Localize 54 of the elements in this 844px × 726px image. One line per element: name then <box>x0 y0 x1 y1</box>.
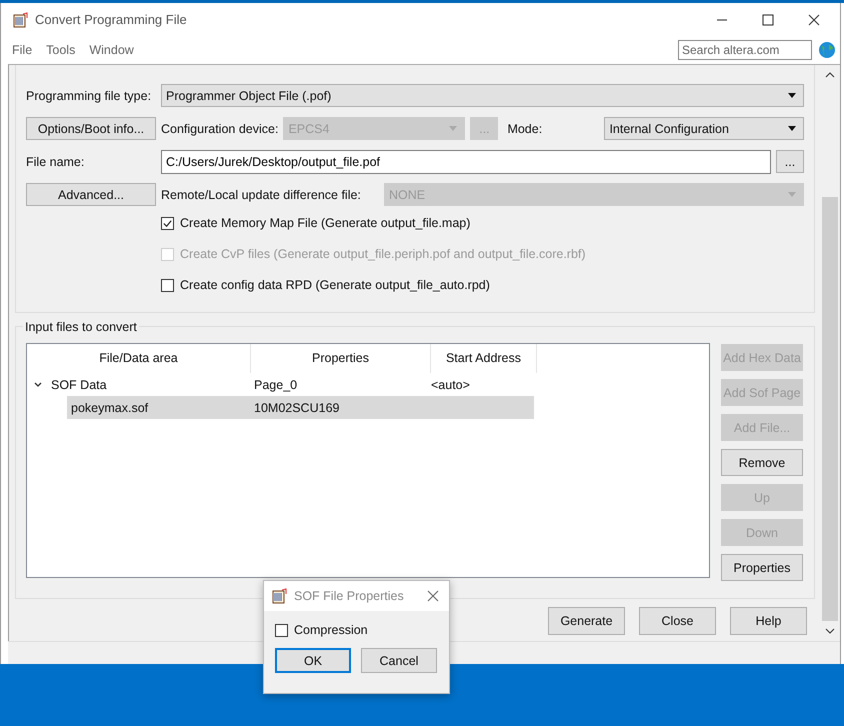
checkbox-label: Create Memory Map File (Generate output_file.map) <box>180 216 470 230</box>
footer-button[interactable]: Generate <box>548 607 625 635</box>
group-title: Input files to convert <box>23 320 139 334</box>
globe-icon[interactable] <box>818 41 836 59</box>
footer-button[interactable]: Help <box>730 607 807 635</box>
table-cell-text: pokeymax.sof <box>70 400 150 414</box>
side-button[interactable]: Remove <box>721 449 803 476</box>
dropdown-arrow-icon <box>788 126 796 131</box>
file-name-field[interactable]: C:/Users/Jurek/Desktop/output_file.pof <box>161 150 771 174</box>
file-type-dropdown[interactable]: Programmer Object File (.pof) <box>161 84 804 107</box>
checkbox-label: Compression <box>294 623 368 637</box>
close-icon[interactable] <box>427 590 439 602</box>
window-title: Convert Programming File <box>35 12 187 27</box>
field-label: File name: <box>26 154 86 168</box>
table-cell-text: <auto> <box>430 378 471 392</box>
dialog-button[interactable]: Cancel <box>361 648 437 673</box>
mode-dropdown[interactable]: Internal Configuration <box>604 117 804 140</box>
column-header[interactable]: File/Data area <box>27 344 251 373</box>
dialog-title: SOF File Properties <box>294 589 404 603</box>
dropdown-arrow-icon <box>788 93 796 98</box>
table-cell-text: 10M02SCU169 <box>253 400 340 414</box>
scroll-up-icon[interactable] <box>825 71 835 79</box>
dropdown-arrow-icon <box>449 126 458 131</box>
field-label: Configuration device: <box>161 122 278 136</box>
dropdown-arrow-icon <box>788 192 796 197</box>
footer-button[interactable]: Close <box>639 607 716 635</box>
field-label: Remote/Local update difference file: <box>161 188 362 202</box>
field-label: Programming file type: <box>26 88 152 102</box>
checkbox[interactable] <box>161 278 174 292</box>
table-cell-text: Page_0 <box>253 378 298 392</box>
app-icon <box>272 588 288 604</box>
checkbox[interactable] <box>161 216 174 230</box>
maximize-icon[interactable] <box>762 14 774 26</box>
menu-item[interactable]: Window <box>89 43 134 57</box>
checkbox[interactable] <box>275 624 288 636</box>
options-button[interactable]: Options/Boot info... <box>26 117 156 140</box>
table-cell: SOF Data <box>51 378 107 392</box>
expand-icon[interactable] <box>33 380 43 390</box>
app-icon <box>13 12 29 28</box>
side-button[interactable]: Properties <box>721 554 803 581</box>
table-row[interactable]: pokeymax.sof 10M02SCU169 <box>67 396 534 419</box>
menu-item[interactable]: Tools <box>46 43 76 57</box>
scroll-down-icon[interactable] <box>825 627 835 635</box>
checkbox-label: Create config data RPD (Generate output_file_auto.rpd) <box>180 278 490 292</box>
column-header[interactable]: Properties <box>251 344 431 373</box>
dialog-button[interactable]: OK <box>275 648 351 673</box>
advanced-button[interactable]: Advanced... <box>26 183 156 206</box>
checkbox-label: Create CvP files (Generate output_file.periph.pof and output_file.core.rbf) <box>180 247 586 261</box>
menu-item[interactable]: File <box>12 43 32 57</box>
close-icon[interactable] <box>808 14 820 26</box>
field-label: Mode: <box>507 122 544 136</box>
column-header[interactable]: Start Address <box>431 344 537 373</box>
browse-button[interactable]: ... <box>776 150 804 173</box>
search-field[interactable]: Search altera.com <box>678 40 812 60</box>
